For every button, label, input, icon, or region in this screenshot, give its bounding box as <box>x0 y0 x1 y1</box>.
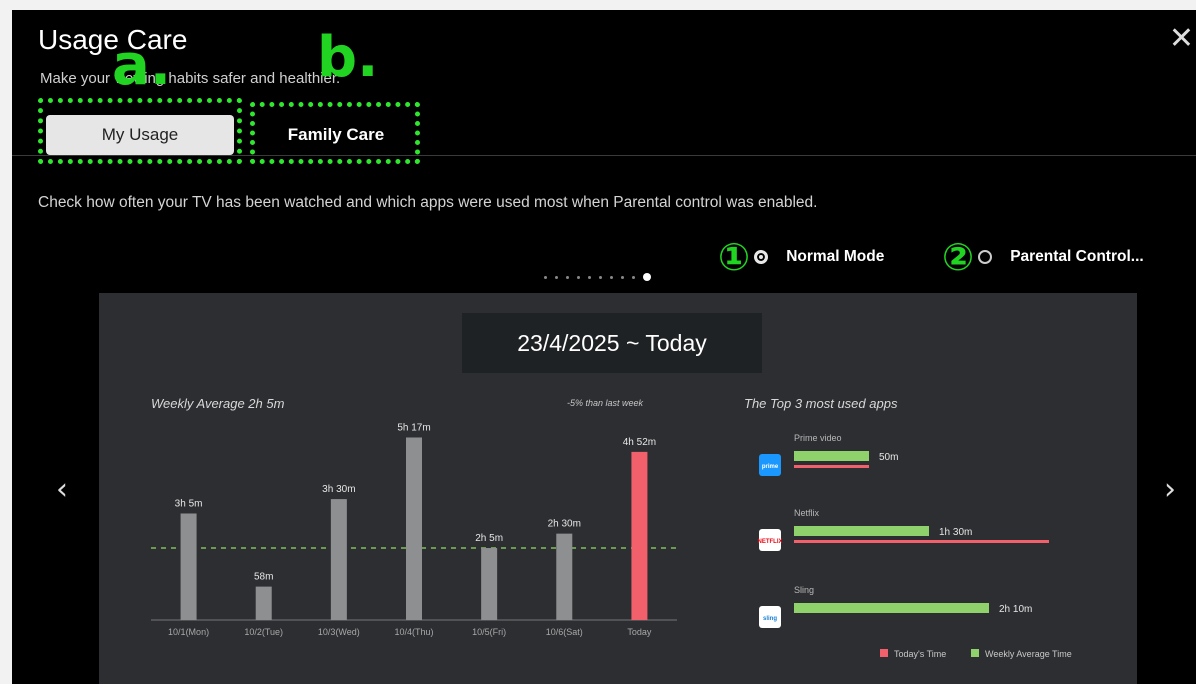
today-time-bar <box>794 465 869 468</box>
annotation-two: ② <box>942 235 975 279</box>
x-tick-label: 10/4(Thu) <box>394 627 433 637</box>
bar-value-label: 5h 17m <box>397 422 430 433</box>
mode-parental-label: Parental Control... <box>1010 248 1144 265</box>
avg-time-bar <box>794 603 989 613</box>
usage-description: Check how often your TV has been watched… <box>38 194 818 211</box>
x-tick-label: 10/2(Tue) <box>244 627 283 637</box>
mode-parental[interactable]: ② Parental Control... <box>942 238 1144 276</box>
bar-value-label: 3h 5m <box>175 498 203 509</box>
page-subtitle: Make your viewing habits safer and healt… <box>40 70 341 87</box>
avg-time-bar <box>794 526 929 536</box>
bar <box>556 533 573 620</box>
x-tick-label: 10/6(Sat) <box>546 627 583 637</box>
legend-today-label: Today's Time <box>894 649 946 659</box>
annotation-b: b. <box>317 25 379 90</box>
x-tick-label: 10/3(Wed) <box>318 627 360 637</box>
app-name: Netflix <box>794 508 820 518</box>
today-time-bar <box>794 540 1049 543</box>
sling-icon-text: sling <box>763 616 777 622</box>
bar <box>481 548 498 620</box>
page-indicator <box>544 273 651 281</box>
page-dot <box>643 273 651 281</box>
mode-normal[interactable]: ① Normal Mode <box>718 238 884 276</box>
prime-video-icon <box>759 454 781 476</box>
app-name: Prime video <box>794 433 842 443</box>
mode-normal-label: Normal Mode <box>786 248 885 265</box>
netflix-icon-text: NETFLIX <box>758 539 783 545</box>
avg-time-label: 50m <box>879 452 898 463</box>
bar <box>631 451 648 620</box>
prime-video-icon-text: prime <box>762 464 779 470</box>
tab-divider <box>12 155 1196 156</box>
prev-arrow-icon[interactable]: ‹ <box>56 472 68 507</box>
bar-value-label: 2h 5m <box>475 533 503 544</box>
x-tick-label: Today <box>627 627 652 637</box>
daily-usage-chart: 3h 5m 10/1(Mon) 58m 10/2(Tue) 3h 30m 10/3(Wed… <box>151 422 677 637</box>
usage-panel: 23/4/2025 ~ Today Weekly Average 2h 5m -… <box>99 293 1137 684</box>
next-arrow-icon[interactable]: › <box>1164 472 1176 507</box>
bar-value-label: 58m <box>254 572 273 583</box>
bar <box>330 499 347 620</box>
avg-time-label: 1h 30m <box>939 527 972 538</box>
page-dot <box>599 275 602 279</box>
bar-value-label: 2h 30m <box>548 519 581 530</box>
page-dot <box>621 275 624 279</box>
sling-icon <box>759 606 781 628</box>
close-icon[interactable]: ✕ <box>1169 24 1194 54</box>
app-name: Sling <box>794 585 814 595</box>
netflix-icon <box>759 529 781 551</box>
page-dot <box>577 275 580 279</box>
top3-title: The Top 3 most used apps <box>744 396 898 411</box>
radio-selected-icon[interactable] <box>754 250 769 264</box>
bar-value-label: 4h 52m <box>623 437 656 448</box>
page-dot <box>544 275 547 279</box>
bar <box>406 437 422 620</box>
annotation-a: a. <box>112 33 172 98</box>
bar <box>255 586 272 620</box>
usage-care-screen: Usage Care Make your viewing habits safe… <box>12 10 1196 684</box>
page-dot <box>555 275 558 279</box>
page-dot <box>632 275 635 279</box>
page-dot <box>610 275 613 279</box>
bar <box>180 513 197 620</box>
bar-value-label: 3h 30m <box>322 484 355 495</box>
legend-avg-swatch <box>971 649 979 657</box>
page-dot <box>588 275 591 279</box>
legend-today-swatch <box>880 649 888 657</box>
page-dot <box>566 275 569 279</box>
radio-unselected-icon[interactable] <box>978 250 993 264</box>
avg-time-bar <box>794 451 869 461</box>
x-tick-label: 10/1(Mon) <box>168 627 209 637</box>
x-tick-label: 10/5(Fri) <box>472 627 506 637</box>
avg-time-label: 2h 10m <box>999 604 1032 615</box>
legend-avg-label: Weekly Average Time <box>985 649 1072 659</box>
annotation-one: ① <box>718 235 751 279</box>
